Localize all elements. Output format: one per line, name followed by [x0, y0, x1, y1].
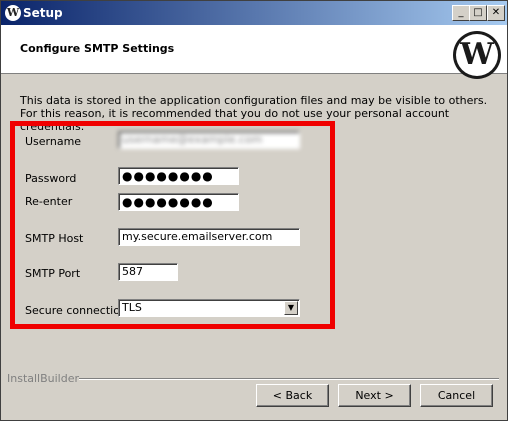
title-bar[interactable]: W Setup _ □ ✕ — [1, 1, 507, 25]
page-title: Configure SMTP Settings — [20, 42, 175, 55]
maximize-icon[interactable]: □ — [469, 5, 487, 21]
setup-window: W Setup _ □ ✕ Configure SMTP Settings W … — [0, 0, 508, 421]
cancel-button[interactable]: Cancel — [420, 384, 493, 407]
window-title: Setup — [23, 6, 63, 20]
brand-label: InstallBuilder — [7, 372, 80, 385]
back-button[interactable]: < Back — [256, 384, 329, 407]
page-header: Configure SMTP Settings W — [1, 25, 507, 79]
wordpress-logo-icon: W — [453, 31, 501, 79]
close-icon[interactable]: ✕ — [487, 5, 505, 21]
footer-divider — [7, 378, 499, 380]
next-button[interactable]: Next > — [338, 384, 411, 407]
highlight-box — [10, 121, 335, 329]
minimize-icon[interactable]: _ — [452, 5, 470, 21]
wordpress-logo-icon: W — [5, 5, 21, 21]
